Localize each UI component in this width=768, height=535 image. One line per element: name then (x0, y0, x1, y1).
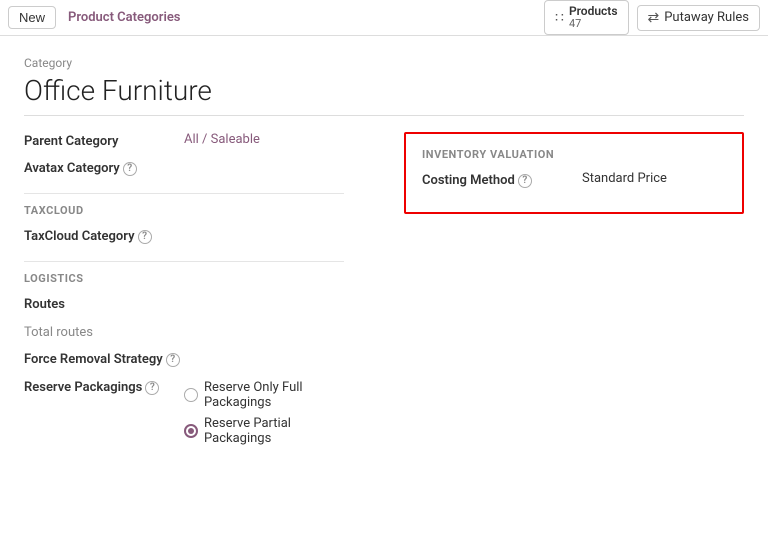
reserve-packagings-label: Reserve Packagings (24, 380, 142, 395)
radio-only-full[interactable]: Reserve Only Full Packagings (184, 380, 344, 410)
costing-method-row: Costing Method ? Standard Price (422, 171, 726, 188)
inv-valuation-heading: INVENTORY VALUATION (422, 148, 726, 161)
costing-method-label-wrap: Costing Method ? (422, 171, 582, 188)
avatax-help-icon[interactable]: ? (123, 162, 137, 176)
putaway-label: Putaway Rules (664, 10, 749, 25)
logistics-section-heading: LOGISTICS (24, 272, 344, 285)
reserve-packagings-help-icon[interactable]: ? (145, 381, 159, 395)
parent-category-row: Parent Category All / Saleable (24, 132, 344, 149)
form-left: Parent Category All / Saleable Avatax Ca… (24, 132, 384, 456)
main-content: Category Office Furniture Parent Categor… (0, 36, 768, 476)
avatax-label-wrap: Avatax Category ? (24, 159, 184, 176)
form-right: INVENTORY VALUATION Costing Method ? Sta… (384, 132, 744, 456)
logistics-divider (24, 261, 344, 262)
products-button[interactable]: ∷ Products 47 (544, 0, 628, 35)
costing-method-help-icon[interactable]: ? (518, 174, 532, 188)
parent-category-label: Parent Category (24, 132, 184, 149)
new-button[interactable]: New (8, 6, 56, 29)
grid-icon: ∷ (555, 10, 564, 26)
routes-row: Routes (24, 295, 344, 313)
reserve-packagings-row: Reserve Packagings ? Reserve Only Full P… (24, 378, 344, 446)
taxcloud-row: TaxCloud Category ? (24, 227, 344, 245)
topbar: New Product Categories Product Categorie… (0, 0, 768, 36)
radio-only-full-label: Reserve Only Full Packagings (204, 380, 344, 410)
products-count: Products 47 (569, 5, 618, 30)
radio-partial-circle[interactable] (184, 424, 198, 438)
force-removal-label: Force Removal Strategy (24, 352, 163, 367)
avatax-row: Avatax Category ? (24, 159, 344, 177)
putaway-rules-button[interactable]: ⇄ Putaway Rules (637, 5, 761, 31)
breadcrumb: Product Categories (68, 10, 180, 25)
costing-method-label: Costing Method (422, 173, 515, 188)
taxcloud-label: TaxCloud Category (24, 229, 135, 244)
taxcloud-help-icon[interactable]: ? (138, 230, 152, 244)
reserve-packagings-options: Reserve Only Full Packagings Reserve Par… (184, 380, 344, 446)
page-title: Office Furniture (24, 74, 744, 116)
force-removal-label-wrap: Force Removal Strategy ? (24, 350, 184, 367)
radio-partial[interactable]: Reserve Partial Packagings (184, 416, 344, 446)
products-number: 47 (569, 18, 581, 30)
form-grid: Parent Category All / Saleable Avatax Ca… (24, 132, 744, 456)
radio-only-full-circle[interactable] (184, 388, 198, 402)
taxcloud-divider (24, 193, 344, 194)
total-routes-row: Total routes (24, 323, 344, 340)
radio-partial-label: Reserve Partial Packagings (204, 416, 344, 446)
taxcloud-label-wrap: TaxCloud Category ? (24, 227, 184, 244)
costing-method-value: Standard Price (582, 171, 667, 186)
taxcloud-section-heading: TAXCLOUD (24, 204, 344, 217)
force-removal-help-icon[interactable]: ? (166, 353, 180, 367)
topbar-right: ∷ Products 47 ⇄ Putaway Rules (544, 0, 760, 35)
parent-category-value[interactable]: All / Saleable (184, 132, 260, 147)
reserve-packagings-label-wrap: Reserve Packagings ? (24, 378, 184, 395)
routes-label: Routes (24, 295, 184, 312)
shuffle-icon: ⇄ (648, 10, 660, 26)
force-removal-row: Force Removal Strategy ? (24, 350, 344, 368)
breadcrumb-main-link[interactable]: Product Categories (68, 10, 180, 25)
avatax-label: Avatax Category (24, 161, 120, 176)
total-routes-label: Total routes (24, 323, 184, 340)
category-section-label: Category (24, 56, 744, 70)
inventory-valuation-box: INVENTORY VALUATION Costing Method ? Sta… (404, 132, 744, 214)
